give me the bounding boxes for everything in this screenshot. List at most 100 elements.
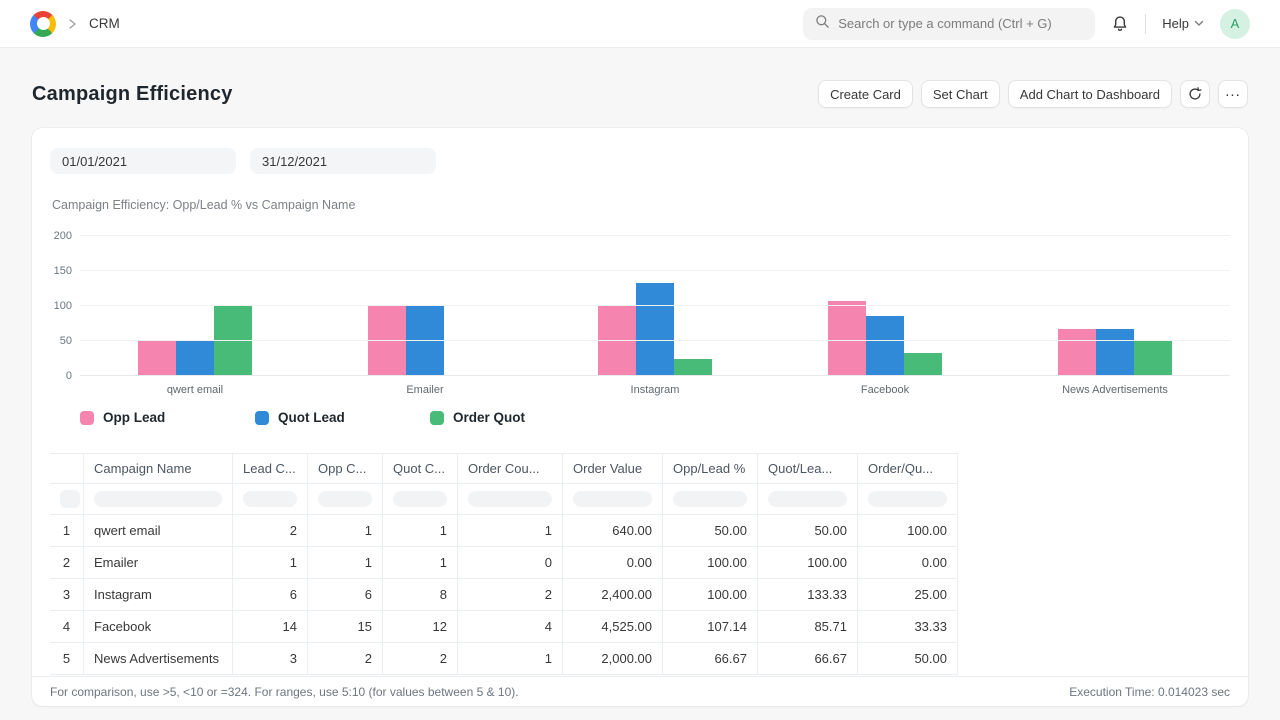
table-cell[interactable]: 50.00 bbox=[663, 515, 758, 546]
navbar: CRM Help A bbox=[0, 0, 1280, 48]
table-cell[interactable]: 100.00 bbox=[858, 515, 958, 546]
table-cell[interactable]: 0.00 bbox=[563, 547, 663, 578]
legend-item: Quot Lead bbox=[255, 410, 430, 425]
table-row[interactable]: 1qwert email2111640.0050.0050.00100.00 bbox=[50, 515, 958, 547]
column-header[interactable]: Order Value bbox=[563, 454, 663, 483]
table-cell[interactable]: 1 bbox=[458, 643, 563, 674]
table-cell[interactable]: 1 bbox=[233, 547, 308, 578]
bar-group bbox=[770, 236, 1000, 376]
more-menu-button[interactable]: ... bbox=[1218, 80, 1248, 108]
column-header[interactable]: Campaign Name bbox=[84, 454, 233, 483]
column-filter-input[interactable] bbox=[663, 484, 758, 514]
column-filter-input[interactable] bbox=[84, 484, 233, 514]
column-filter-input[interactable] bbox=[563, 484, 663, 514]
table-cell[interactable]: 50.00 bbox=[758, 515, 858, 546]
table-cell[interactable]: 100.00 bbox=[758, 547, 858, 578]
column-header[interactable]: Opp/Lead % bbox=[663, 454, 758, 483]
help-menu[interactable]: Help bbox=[1162, 16, 1204, 31]
row-number: 1 bbox=[50, 515, 84, 546]
table-cell[interactable]: 4 bbox=[458, 611, 563, 642]
refresh-button[interactable] bbox=[1180, 80, 1210, 108]
table-cell[interactable]: Facebook bbox=[84, 611, 233, 642]
set-chart-button[interactable]: Set Chart bbox=[921, 80, 1000, 108]
table-row[interactable]: 2Emailer11100.00100.00100.000.00 bbox=[50, 547, 958, 579]
execution-time: Execution Time: 0.014023 sec bbox=[1069, 685, 1230, 699]
table-cell[interactable]: News Advertisements bbox=[84, 643, 233, 674]
add-chart-to-dashboard-button[interactable]: Add Chart to Dashboard bbox=[1008, 80, 1172, 108]
column-filter-input[interactable] bbox=[383, 484, 458, 514]
table-cell[interactable]: 12 bbox=[383, 611, 458, 642]
table-cell[interactable]: 50.00 bbox=[858, 643, 958, 674]
search-input[interactable] bbox=[838, 16, 1083, 31]
column-header[interactable]: Order/Qu... bbox=[858, 454, 958, 483]
filter-hint-text: For comparison, use >5, <10 or =324. For… bbox=[50, 685, 519, 699]
table-cell[interactable]: 6 bbox=[233, 579, 308, 610]
y-axis-tick-label: 0 bbox=[42, 370, 72, 382]
legend-swatch bbox=[255, 411, 269, 425]
table-cell[interactable]: 6 bbox=[308, 579, 383, 610]
table-cell[interactable]: 25.00 bbox=[858, 579, 958, 610]
table-cell[interactable]: 8 bbox=[383, 579, 458, 610]
to-date-input[interactable] bbox=[250, 148, 436, 174]
table-cell[interactable]: 100.00 bbox=[663, 579, 758, 610]
table-cell[interactable]: 2 bbox=[233, 515, 308, 546]
legend-item: Order Quot bbox=[430, 410, 605, 425]
table-cell[interactable]: Emailer bbox=[84, 547, 233, 578]
avatar[interactable]: A bbox=[1220, 9, 1250, 39]
notification-bell-icon[interactable] bbox=[1111, 15, 1129, 33]
table-cell[interactable]: 2 bbox=[383, 643, 458, 674]
table-cell[interactable]: 2,400.00 bbox=[563, 579, 663, 610]
table-row[interactable]: 4Facebook14151244,525.00107.1485.7133.33 bbox=[50, 611, 958, 643]
table-cell[interactable]: 640.00 bbox=[563, 515, 663, 546]
table-cell[interactable]: 1 bbox=[308, 515, 383, 546]
table-cell[interactable]: 85.71 bbox=[758, 611, 858, 642]
create-card-button[interactable]: Create Card bbox=[818, 80, 913, 108]
column-filter-input[interactable] bbox=[858, 484, 958, 514]
row-number: 5 bbox=[50, 643, 84, 674]
legend-label: Order Quot bbox=[453, 410, 525, 425]
table-cell[interactable]: 100.00 bbox=[663, 547, 758, 578]
column-header[interactable]: Quot C... bbox=[383, 454, 458, 483]
table-cell[interactable]: 2 bbox=[308, 643, 383, 674]
filter-placeholder bbox=[673, 491, 747, 507]
column-filter-input[interactable] bbox=[233, 484, 308, 514]
column-filter-input[interactable] bbox=[458, 484, 563, 514]
table-cell[interactable]: 1 bbox=[458, 515, 563, 546]
column-header[interactable]: Lead C... bbox=[233, 454, 308, 483]
column-header[interactable]: Opp C... bbox=[308, 454, 383, 483]
table-cell[interactable]: qwert email bbox=[84, 515, 233, 546]
column-header[interactable]: Order Cou... bbox=[458, 454, 563, 483]
table-cell[interactable]: 133.33 bbox=[758, 579, 858, 610]
global-search[interactable] bbox=[803, 8, 1095, 40]
table-cell[interactable]: 66.67 bbox=[758, 643, 858, 674]
table-cell[interactable]: 66.67 bbox=[663, 643, 758, 674]
filter-cell bbox=[50, 484, 84, 514]
table-cell[interactable]: 4,525.00 bbox=[563, 611, 663, 642]
table-cell[interactable]: 2 bbox=[458, 579, 563, 610]
table-cell[interactable]: 1 bbox=[383, 547, 458, 578]
report-table: Campaign NameLead C...Opp C...Quot C...O… bbox=[50, 453, 958, 675]
table-cell[interactable]: 3 bbox=[233, 643, 308, 674]
table-cell[interactable]: 33.33 bbox=[858, 611, 958, 642]
from-date-input[interactable] bbox=[50, 148, 236, 174]
table-cell[interactable]: 2,000.00 bbox=[563, 643, 663, 674]
table-row[interactable]: 5News Advertisements32212,000.0066.6766.… bbox=[50, 643, 958, 675]
table-cell[interactable]: Instagram bbox=[84, 579, 233, 610]
table-row[interactable]: 3Instagram66822,400.00100.00133.3325.00 bbox=[50, 579, 958, 611]
app-logo-icon[interactable] bbox=[30, 11, 56, 37]
breadcrumb[interactable]: CRM bbox=[89, 16, 120, 31]
table-cell[interactable]: 15 bbox=[308, 611, 383, 642]
bar-quot-lead bbox=[176, 341, 214, 376]
table-cell[interactable]: 14 bbox=[233, 611, 308, 642]
column-header[interactable]: Quot/Lea... bbox=[758, 454, 858, 483]
table-cell[interactable]: 0 bbox=[458, 547, 563, 578]
table-cell[interactable]: 1 bbox=[308, 547, 383, 578]
column-header[interactable] bbox=[50, 454, 84, 483]
table-cell[interactable]: 1 bbox=[383, 515, 458, 546]
column-filter-input[interactable] bbox=[758, 484, 858, 514]
table-cell[interactable]: 0.00 bbox=[858, 547, 958, 578]
column-filter-input[interactable] bbox=[308, 484, 383, 514]
table-cell[interactable]: 107.14 bbox=[663, 611, 758, 642]
page-title: Campaign Efficiency bbox=[32, 83, 233, 106]
row-number: 2 bbox=[50, 547, 84, 578]
